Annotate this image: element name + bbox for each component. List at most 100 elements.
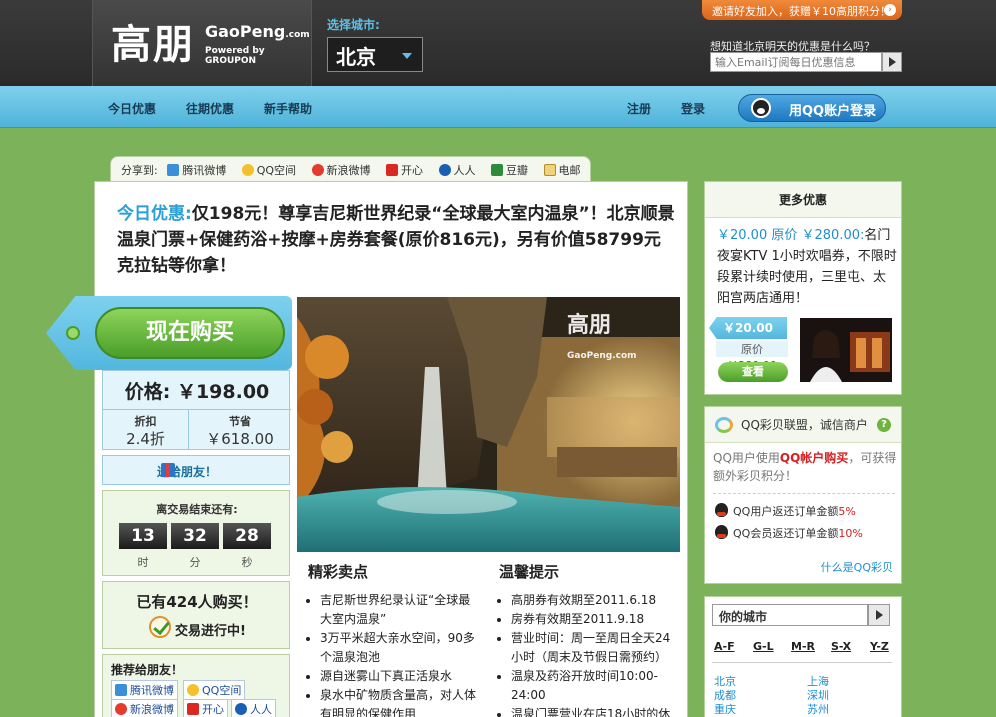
login-link[interactable]: 登录	[681, 100, 705, 117]
qq-penguin-icon	[715, 525, 728, 539]
more-deal-desc[interactable]: ￥20.00 原价 ￥280.00:名门夜宴KTV 1小时欢唱券，不限时段累计续…	[717, 225, 897, 309]
top-header: 高朋 GaoPeng.com Powered by GROUPON 选择城市: …	[0, 0, 996, 86]
city-letter-s-x[interactable]: S-X	[831, 640, 851, 653]
logo[interactable]: 高朋 GaoPeng.com Powered by GROUPON	[92, 0, 312, 86]
qq-penguin-icon	[715, 503, 728, 517]
deal-title-body: 仅198元！尊享吉尼斯世界纪录“全球最大室内温泉”！北京顺景温泉门票+保健药浴+…	[117, 204, 675, 276]
deal-title: 今日优惠:仅198元！尊享吉尼斯世界纪录“全球最大室内温泉”！北京顺景温泉门票+…	[117, 201, 677, 279]
share-label: 分享到:	[121, 164, 158, 177]
tips-title: 温馨提示	[499, 563, 560, 581]
timer-hours: 13	[119, 523, 167, 549]
gift-icon	[161, 463, 175, 477]
list-item: 温泉及药浴开放时间10:00-24:00	[511, 667, 677, 705]
deal-image: 高朋GaoPeng.com	[297, 297, 680, 552]
share-renren[interactable]: 人人	[438, 164, 482, 177]
city-letter-m-r[interactable]: M-R	[791, 640, 815, 653]
kaixin-icon	[386, 164, 399, 176]
discount-label: 折扣	[134, 415, 157, 428]
renren-icon	[235, 703, 247, 715]
price-divider	[103, 409, 291, 410]
list-item: 3万平米超大亲水空间，90多个温泉泡池	[320, 629, 480, 667]
logo-cn-text: 高朋	[111, 22, 195, 68]
share-qzone[interactable]: QQ空间	[241, 164, 302, 177]
share-douban[interactable]: 豆瓣	[491, 164, 534, 177]
city-letter-a-f[interactable]: A-F	[714, 640, 735, 653]
renren-icon	[438, 164, 451, 176]
city-link-chongqing[interactable]: 重庆	[714, 701, 736, 717]
logo-en-text: GaoPeng.com	[205, 22, 310, 41]
caibei-desc: QQ用户使用QQ帐户购买，可获得额外彩贝积分！	[713, 451, 897, 483]
subscribe-submit-button[interactable]	[882, 52, 902, 72]
image-watermark: 高朋GaoPeng.com	[567, 313, 637, 361]
ktv-deal-image[interactable]	[800, 318, 892, 382]
gift-friend-button[interactable]: 送给朋友！	[102, 455, 290, 485]
invite-friends-banner[interactable]: 邀请好友加入，获赠￥10高朋积分！ ›	[702, 0, 902, 20]
view-deal-button[interactable]: 查看	[718, 362, 788, 382]
logo-powered-text: Powered by GROUPON	[205, 46, 265, 66]
share-email[interactable]: 电邮	[543, 164, 587, 177]
recommend-tencent-weibo[interactable]: 腾讯微博	[111, 680, 178, 700]
list-item: 温泉门票营业在店18小时的休	[511, 705, 677, 717]
buy-now-button[interactable]: 现在购买	[95, 307, 285, 359]
qq-caibei-box: QQ彩贝联盟，诚信商户 ? QQ用户使用QQ帐户购买，可获得额外彩贝积分！ QQ…	[704, 406, 902, 584]
caibei-user-rebate: QQ用户返还订单金额5%	[715, 503, 856, 519]
recommend-sina-weibo[interactable]: 新浪微博	[111, 699, 178, 717]
nav-item-past[interactable]: 往期优惠	[186, 100, 234, 117]
kaixin-icon	[187, 703, 199, 715]
caibei-title: QQ彩贝联盟，诚信商户	[705, 407, 901, 443]
city-letter-y-z[interactable]: Y-Z	[870, 640, 889, 653]
arrow-right-icon: ›	[884, 4, 896, 16]
tag-hole	[66, 326, 80, 340]
sold-box: 已有424人购买！ 交易进行中!	[102, 581, 290, 649]
share-kaixin[interactable]: 开心	[386, 164, 429, 177]
tencent-weibo-icon	[167, 164, 180, 176]
recommend-kaixin[interactable]: 开心	[183, 699, 228, 717]
recommend-qzone[interactable]: QQ空间	[183, 680, 246, 700]
mini-price-tag: ￥20.00	[709, 317, 787, 339]
your-city-select[interactable]: 你的城市	[712, 604, 868, 626]
recommend-renren[interactable]: 人人	[231, 699, 276, 717]
city-select[interactable]: 北京	[327, 37, 423, 72]
subscribe-email-input[interactable]	[710, 52, 882, 72]
list-item: 泉水中矿物质含量高，对人体有明显的保健作用	[320, 686, 480, 717]
mini-orig-price: 原价 ￥280.00	[716, 341, 788, 372]
what-is-caibei-link[interactable]: 什么是QQ彩贝	[821, 559, 893, 575]
tips-list: 高朋券有效期至2011.6.18 房券有效期至2011.9.18 营业时间：周一…	[497, 591, 677, 717]
countdown-timer: 离交易结束还有: 13 32 28 时 分 秒	[102, 490, 290, 576]
city-divider	[712, 662, 892, 663]
caibei-member-rebate: QQ会员返还订单金额10%	[715, 525, 863, 541]
share-tencent-weibo[interactable]: 腾讯微博	[167, 164, 232, 177]
list-item: 源自迷雾山下真正活泉水	[320, 667, 480, 686]
sina-weibo-icon	[311, 164, 324, 176]
more-deals-title: 更多优惠	[705, 182, 901, 218]
deal-title-prefix: 今日优惠:	[117, 204, 192, 224]
share-sina-weibo[interactable]: 新浪微博	[311, 164, 377, 177]
sina-weibo-icon	[115, 703, 127, 715]
email-icon	[543, 164, 556, 176]
qzone-icon	[187, 684, 199, 696]
timer-title: 离交易结束还有:	[156, 503, 238, 516]
discount-value: 2.4折	[126, 430, 165, 448]
list-item: 房券有效期至2011.9.18	[511, 610, 677, 629]
your-city-go-button[interactable]	[868, 604, 890, 626]
sold-count: 已有424人购买！	[136, 593, 258, 611]
check-icon	[149, 616, 171, 638]
qq-login-label: 用QQ账户登录	[789, 104, 877, 119]
register-link[interactable]: 注册	[627, 100, 651, 117]
nav-item-help[interactable]: 新手帮助	[264, 100, 312, 117]
list-item: 营业时间：周一至周日全天24小时（周末及节假日需预约）	[511, 629, 677, 667]
help-icon[interactable]: ?	[877, 418, 891, 432]
invite-text: 邀请好友加入，获赠￥10高朋积分！	[712, 5, 891, 18]
caibei-logo-icon	[715, 417, 733, 433]
timer-hours-unit: 时	[137, 556, 149, 569]
qq-penguin-icon	[751, 98, 771, 118]
save-label: 节省	[229, 415, 251, 428]
save-value: ￥618.00	[206, 430, 274, 448]
city-letter-g-l[interactable]: G-L	[753, 640, 774, 653]
timer-minutes: 32	[171, 523, 219, 549]
qq-login-button[interactable]: 用QQ账户登录	[738, 94, 886, 122]
deal-status: 交易进行中!	[175, 624, 246, 639]
city-link-suzhou[interactable]: 苏州	[807, 701, 829, 717]
nav-item-today[interactable]: 今日优惠	[108, 100, 156, 117]
list-item: 吉尼斯世界纪录认证“全球最大室内温泉”	[320, 591, 480, 629]
